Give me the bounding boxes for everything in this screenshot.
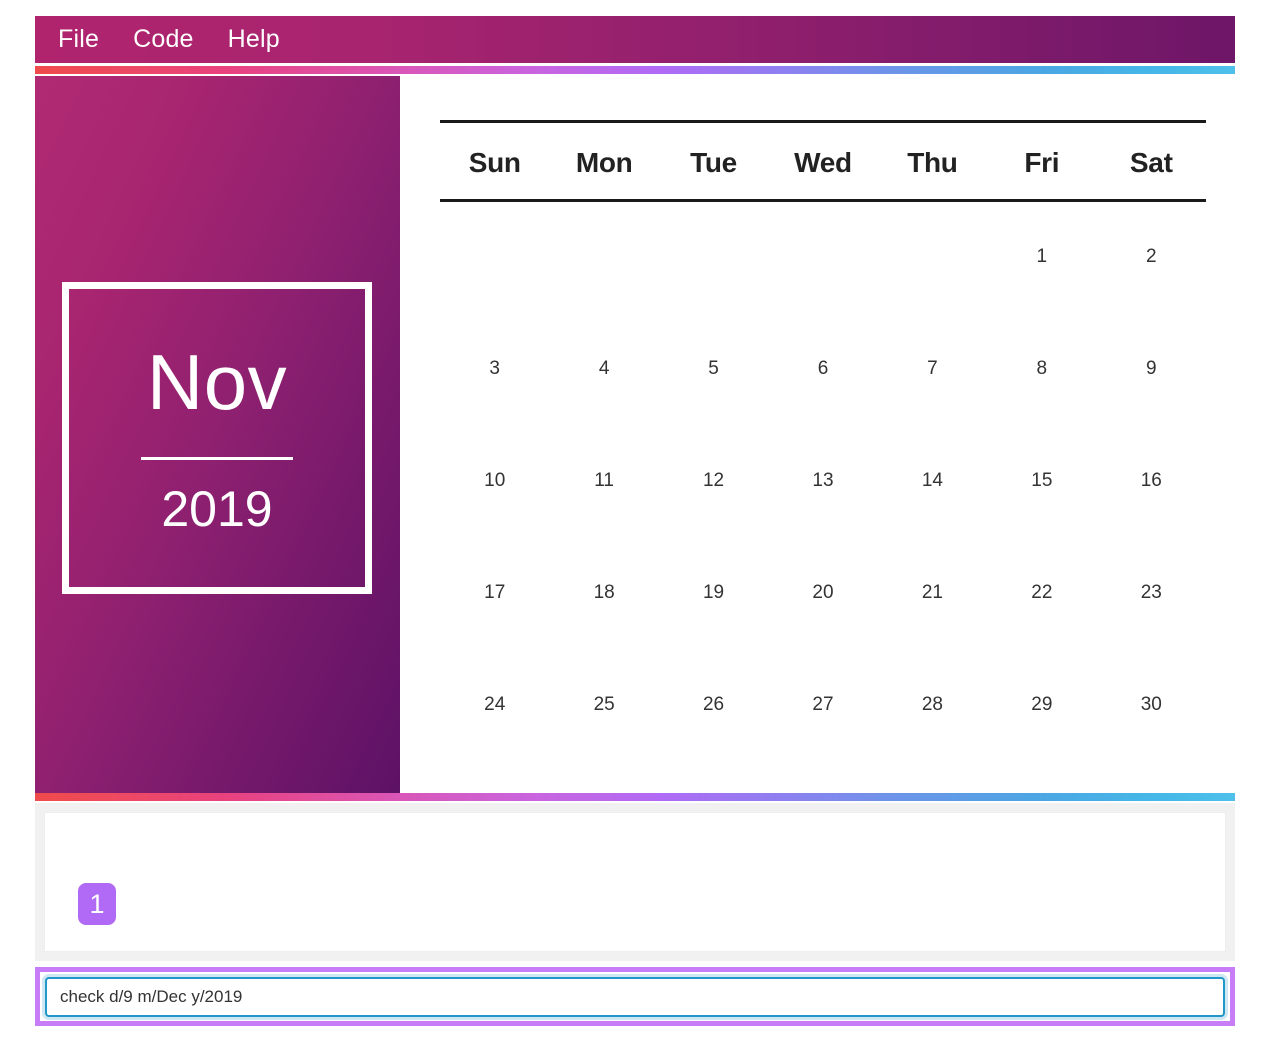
- calendar-week-row: 17 18 19 20 21 22 23: [440, 537, 1206, 649]
- calendar-day-cell[interactable]: 26: [659, 649, 768, 761]
- calendar-day-cell[interactable]: [878, 201, 987, 313]
- calendar-day-cell[interactable]: 30: [1097, 649, 1206, 761]
- weekday-header-fri: Fri: [987, 120, 1097, 202]
- weekday-header-row: Sun Mon Tue Wed Thu Fri Sat: [440, 120, 1206, 202]
- weekday-header-tue: Tue: [658, 120, 769, 202]
- calendar-day-cell[interactable]: 13: [768, 425, 877, 537]
- calendar-day-cell[interactable]: 4: [549, 313, 658, 425]
- menu-item-help[interactable]: Help: [228, 27, 280, 52]
- calendar-day-cell[interactable]: [659, 201, 768, 313]
- gradient-divider-top: [35, 66, 1235, 74]
- calendar-day-cell[interactable]: 5: [659, 313, 768, 425]
- weekday-header-wed: Wed: [768, 120, 878, 202]
- calendar-day-cell[interactable]: 19: [659, 537, 768, 649]
- calendar-day-cell[interactable]: 11: [549, 425, 658, 537]
- month-label: Nov: [146, 337, 288, 426]
- menu-bar: File Code Help: [35, 16, 1235, 63]
- gradient-divider-middle: [35, 793, 1235, 801]
- month-sidebar: Nov 2019: [35, 76, 400, 793]
- calendar-day-cell[interactable]: 29: [987, 649, 1096, 761]
- calendar-day-cell[interactable]: 8: [987, 313, 1096, 425]
- menu-item-code[interactable]: Code: [133, 27, 194, 52]
- calendar-day-cell[interactable]: 18: [549, 537, 658, 649]
- calendar-day-cell[interactable]: 10: [440, 425, 549, 537]
- weekday-header-sun: Sun: [440, 120, 550, 202]
- output-panel: 1: [45, 813, 1225, 951]
- calendar-day-cell[interactable]: 21: [878, 537, 987, 649]
- output-area: 1: [35, 803, 1235, 961]
- calendar-day-cell[interactable]: 12: [659, 425, 768, 537]
- calendar-week-row: 1 2: [440, 201, 1206, 313]
- calendar-week-row: 3 4 5 6 7 8 9: [440, 313, 1206, 425]
- calendar-day-cell[interactable]: 2: [1097, 201, 1206, 313]
- month-year-divider: [141, 456, 293, 460]
- weekday-header-thu: Thu: [877, 120, 988, 202]
- calendar-week-row: 10 11 12 13 14 15 16: [440, 425, 1206, 537]
- calendar-day-cell[interactable]: 23: [1097, 537, 1206, 649]
- calendar-day-cell[interactable]: 14: [878, 425, 987, 537]
- menu-item-file[interactable]: File: [58, 27, 99, 52]
- calendar-day-cell[interactable]: 17: [440, 537, 549, 649]
- calendar-day-cell[interactable]: 16: [1097, 425, 1206, 537]
- app-window: File Code Help Nov 2019 Sun Mon Tue Wed …: [0, 0, 1284, 1056]
- calendar-day-cell[interactable]: 20: [768, 537, 877, 649]
- month-year-box: Nov 2019: [62, 282, 372, 594]
- calendar-day-cell[interactable]: 15: [987, 425, 1096, 537]
- command-input[interactable]: [45, 976, 1225, 1017]
- calendar-day-cell[interactable]: 7: [878, 313, 987, 425]
- calendar-day-cell[interactable]: 27: [768, 649, 877, 761]
- command-input-container: [35, 967, 1235, 1026]
- weekday-header-mon: Mon: [549, 120, 659, 202]
- calendar-day-cell[interactable]: 28: [878, 649, 987, 761]
- calendar-day-cell[interactable]: 24: [440, 649, 549, 761]
- calendar-table: Sun Mon Tue Wed Thu Fri Sat 1 2 3 4 5 6 …: [440, 120, 1206, 761]
- calendar-day-cell[interactable]: 1: [987, 201, 1096, 313]
- calendar-day-cell[interactable]: [440, 201, 549, 313]
- calendar-panel: Sun Mon Tue Wed Thu Fri Sat 1 2 3 4 5 6 …: [440, 120, 1206, 761]
- year-label: 2019: [161, 480, 273, 537]
- calendar-day-cell[interactable]: 25: [549, 649, 658, 761]
- calendar-week-row: 24 25 26 27 28 29 30: [440, 649, 1206, 761]
- calendar-day-cell[interactable]: 9: [1097, 313, 1206, 425]
- calendar-day-cell[interactable]: [549, 201, 658, 313]
- weekday-header-sat: Sat: [1096, 120, 1206, 202]
- calendar-body: 1 2 3 4 5 6 7 8 9 10 11 12 13 14 15 16 1…: [440, 201, 1206, 761]
- calendar-header: Sun Mon Tue Wed Thu Fri Sat: [440, 120, 1206, 202]
- calendar-day-cell[interactable]: 22: [987, 537, 1096, 649]
- calendar-day-cell[interactable]: 3: [440, 313, 549, 425]
- calendar-day-cell[interactable]: [768, 201, 877, 313]
- calendar-day-cell[interactable]: 6: [768, 313, 877, 425]
- status-badge: 1: [78, 883, 116, 925]
